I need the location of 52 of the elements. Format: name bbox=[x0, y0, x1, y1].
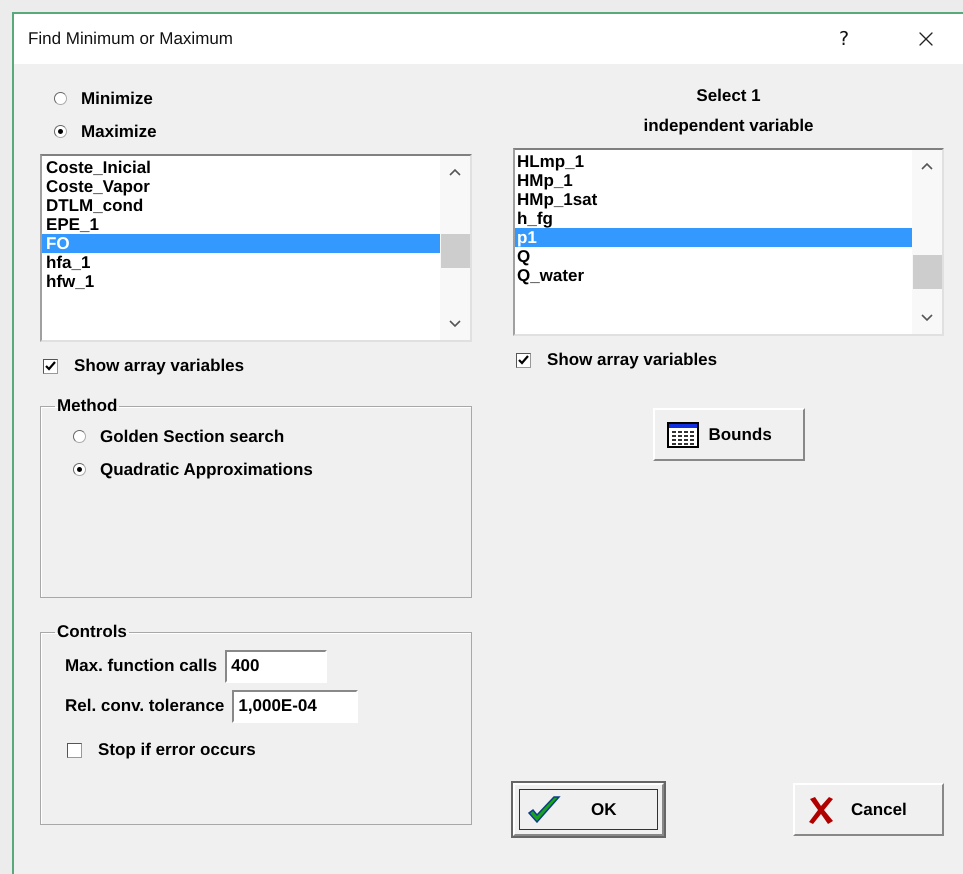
scrollbar[interactable] bbox=[912, 150, 942, 334]
radio-button[interactable] bbox=[73, 463, 86, 476]
group-title: Controls bbox=[56, 622, 128, 642]
checkbox-label: Show array variables bbox=[74, 356, 244, 376]
scroll-up-icon[interactable] bbox=[921, 162, 933, 170]
radio-button[interactable] bbox=[54, 125, 67, 138]
list-item[interactable]: Q bbox=[515, 247, 912, 266]
window-title: Find Minimum or Maximum bbox=[28, 29, 234, 49]
field-label: Max. function calls bbox=[65, 656, 218, 676]
scroll-down-icon[interactable] bbox=[449, 320, 461, 328]
checkbox[interactable] bbox=[67, 742, 82, 758]
help-button[interactable]: ? bbox=[824, 28, 864, 50]
input-field[interactable]: 400 bbox=[225, 650, 328, 682]
checkbox-label: Show array variables bbox=[547, 350, 718, 370]
scrollbar[interactable] bbox=[440, 156, 470, 340]
radio-button[interactable] bbox=[54, 92, 67, 105]
list-item[interactable]: Coste_Vapor bbox=[42, 177, 440, 196]
radio-label: Minimize bbox=[81, 88, 153, 108]
list-item[interactable]: HMp_1sat bbox=[515, 190, 912, 209]
scroll-up-icon[interactable] bbox=[449, 168, 461, 176]
variable-list[interactable]: HLmp_1 HMp_1 HMp_1sat h_fg p1 Q Q_water bbox=[513, 148, 944, 336]
list-item[interactable]: hfa_1 bbox=[42, 253, 440, 272]
checkbox[interactable] bbox=[516, 352, 531, 368]
list-item[interactable]: HMp_1 bbox=[515, 171, 912, 190]
list-item[interactable]: h_fg bbox=[515, 209, 912, 228]
list-item[interactable]: Coste_Inicial bbox=[42, 158, 440, 177]
checkbox[interactable] bbox=[43, 358, 58, 374]
radio-label: Golden Section search bbox=[100, 426, 284, 446]
ok-button[interactable]: OK bbox=[513, 783, 664, 836]
field-label: Rel. conv. tolerance bbox=[65, 696, 224, 716]
table-icon bbox=[666, 422, 698, 448]
radio-label: Quadratic Approximations bbox=[100, 460, 313, 480]
cross-icon bbox=[807, 794, 835, 824]
list-item[interactable]: HLmp_1 bbox=[515, 152, 912, 171]
scroll-thumb[interactable] bbox=[912, 255, 942, 289]
list-item[interactable]: EPE_1 bbox=[42, 215, 440, 234]
radio-label: Maximize bbox=[81, 122, 157, 142]
bounds-button[interactable]: Bounds bbox=[652, 408, 804, 461]
list-item[interactable]: Q_water bbox=[515, 266, 912, 285]
scroll-down-icon[interactable] bbox=[921, 314, 933, 322]
list-heading: independent variable bbox=[642, 115, 815, 137]
cancel-button[interactable]: Cancel bbox=[793, 783, 944, 836]
list-item[interactable]: hfw_1 bbox=[42, 272, 440, 291]
checkmark-icon bbox=[527, 794, 561, 824]
list-heading: Select 1 bbox=[695, 85, 762, 107]
group-title: Method bbox=[56, 396, 118, 416]
input-field[interactable]: 1,000E-04 bbox=[232, 690, 358, 722]
scroll-thumb[interactable] bbox=[440, 234, 470, 268]
radio-button[interactable] bbox=[73, 430, 86, 443]
list-item[interactable]: DTLM_cond bbox=[42, 196, 440, 215]
variable-list[interactable]: Coste_Inicial Coste_Vapor DTLM_cond EPE_1 FO hfa_1 hfw_1 bbox=[40, 154, 472, 342]
checkbox-label: Stop if error occurs bbox=[98, 740, 256, 760]
